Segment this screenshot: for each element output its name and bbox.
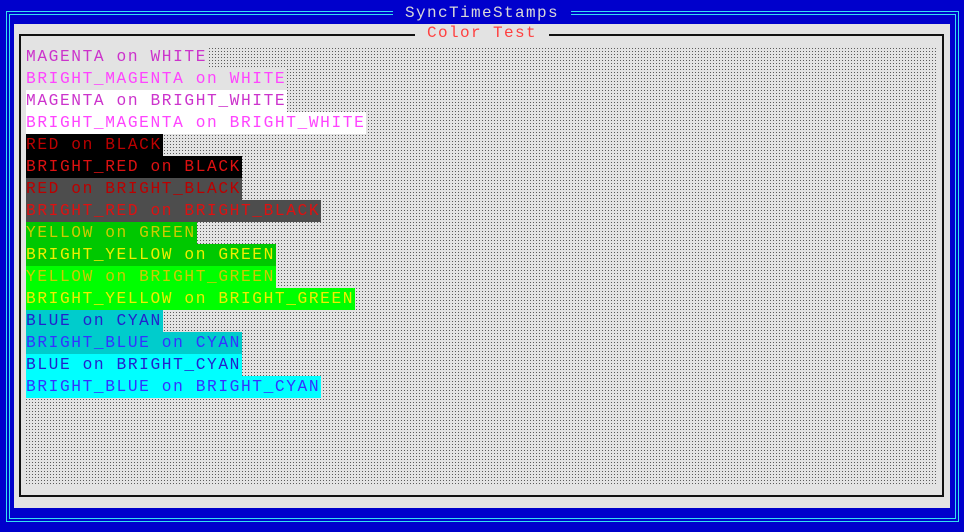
color-row: BRIGHT_BLUE on CYAN [26, 332, 242, 354]
color-row: BLUE on CYAN [26, 310, 163, 332]
color-row: BRIGHT_BLUE on BRIGHT_CYAN [26, 376, 322, 398]
color-row: MAGENTA on BRIGHT_WHITE [26, 90, 288, 112]
color-row: BRIGHT_YELLOW on GREEN [26, 244, 276, 266]
window-title-bar: SyncTimeStamps [0, 3, 964, 23]
color-row: BRIGHT_RED on BLACK [26, 156, 242, 178]
color-test-panel: Color Test MAGENTA on WHITE BRIGHT_MAGENT… [14, 24, 950, 508]
color-row: BLUE on BRIGHT_CYAN [26, 354, 242, 376]
color-row: BRIGHT_RED on BRIGHT_BLACK [26, 200, 322, 222]
color-row: MAGENTA on WHITE [26, 46, 209, 68]
color-row: BRIGHT_MAGENTA on WHITE [26, 68, 288, 90]
color-rows-list: MAGENTA on WHITE BRIGHT_MAGENTA on WHITE M… [26, 46, 367, 398]
color-row: RED on BRIGHT_BLACK [26, 178, 242, 200]
color-row: YELLOW on GREEN [26, 222, 197, 244]
frame-title-bar: Color Test [14, 23, 950, 43]
color-row: BRIGHT_YELLOW on BRIGHT_GREEN [26, 288, 356, 310]
window-title: SyncTimeStamps [392, 4, 572, 22]
panel-title: Color Test [414, 24, 549, 42]
color-row: RED on BLACK [26, 134, 163, 156]
color-row: BRIGHT_MAGENTA on BRIGHT_WHITE [26, 112, 367, 134]
color-row: YELLOW on BRIGHT_GREEN [26, 266, 276, 288]
